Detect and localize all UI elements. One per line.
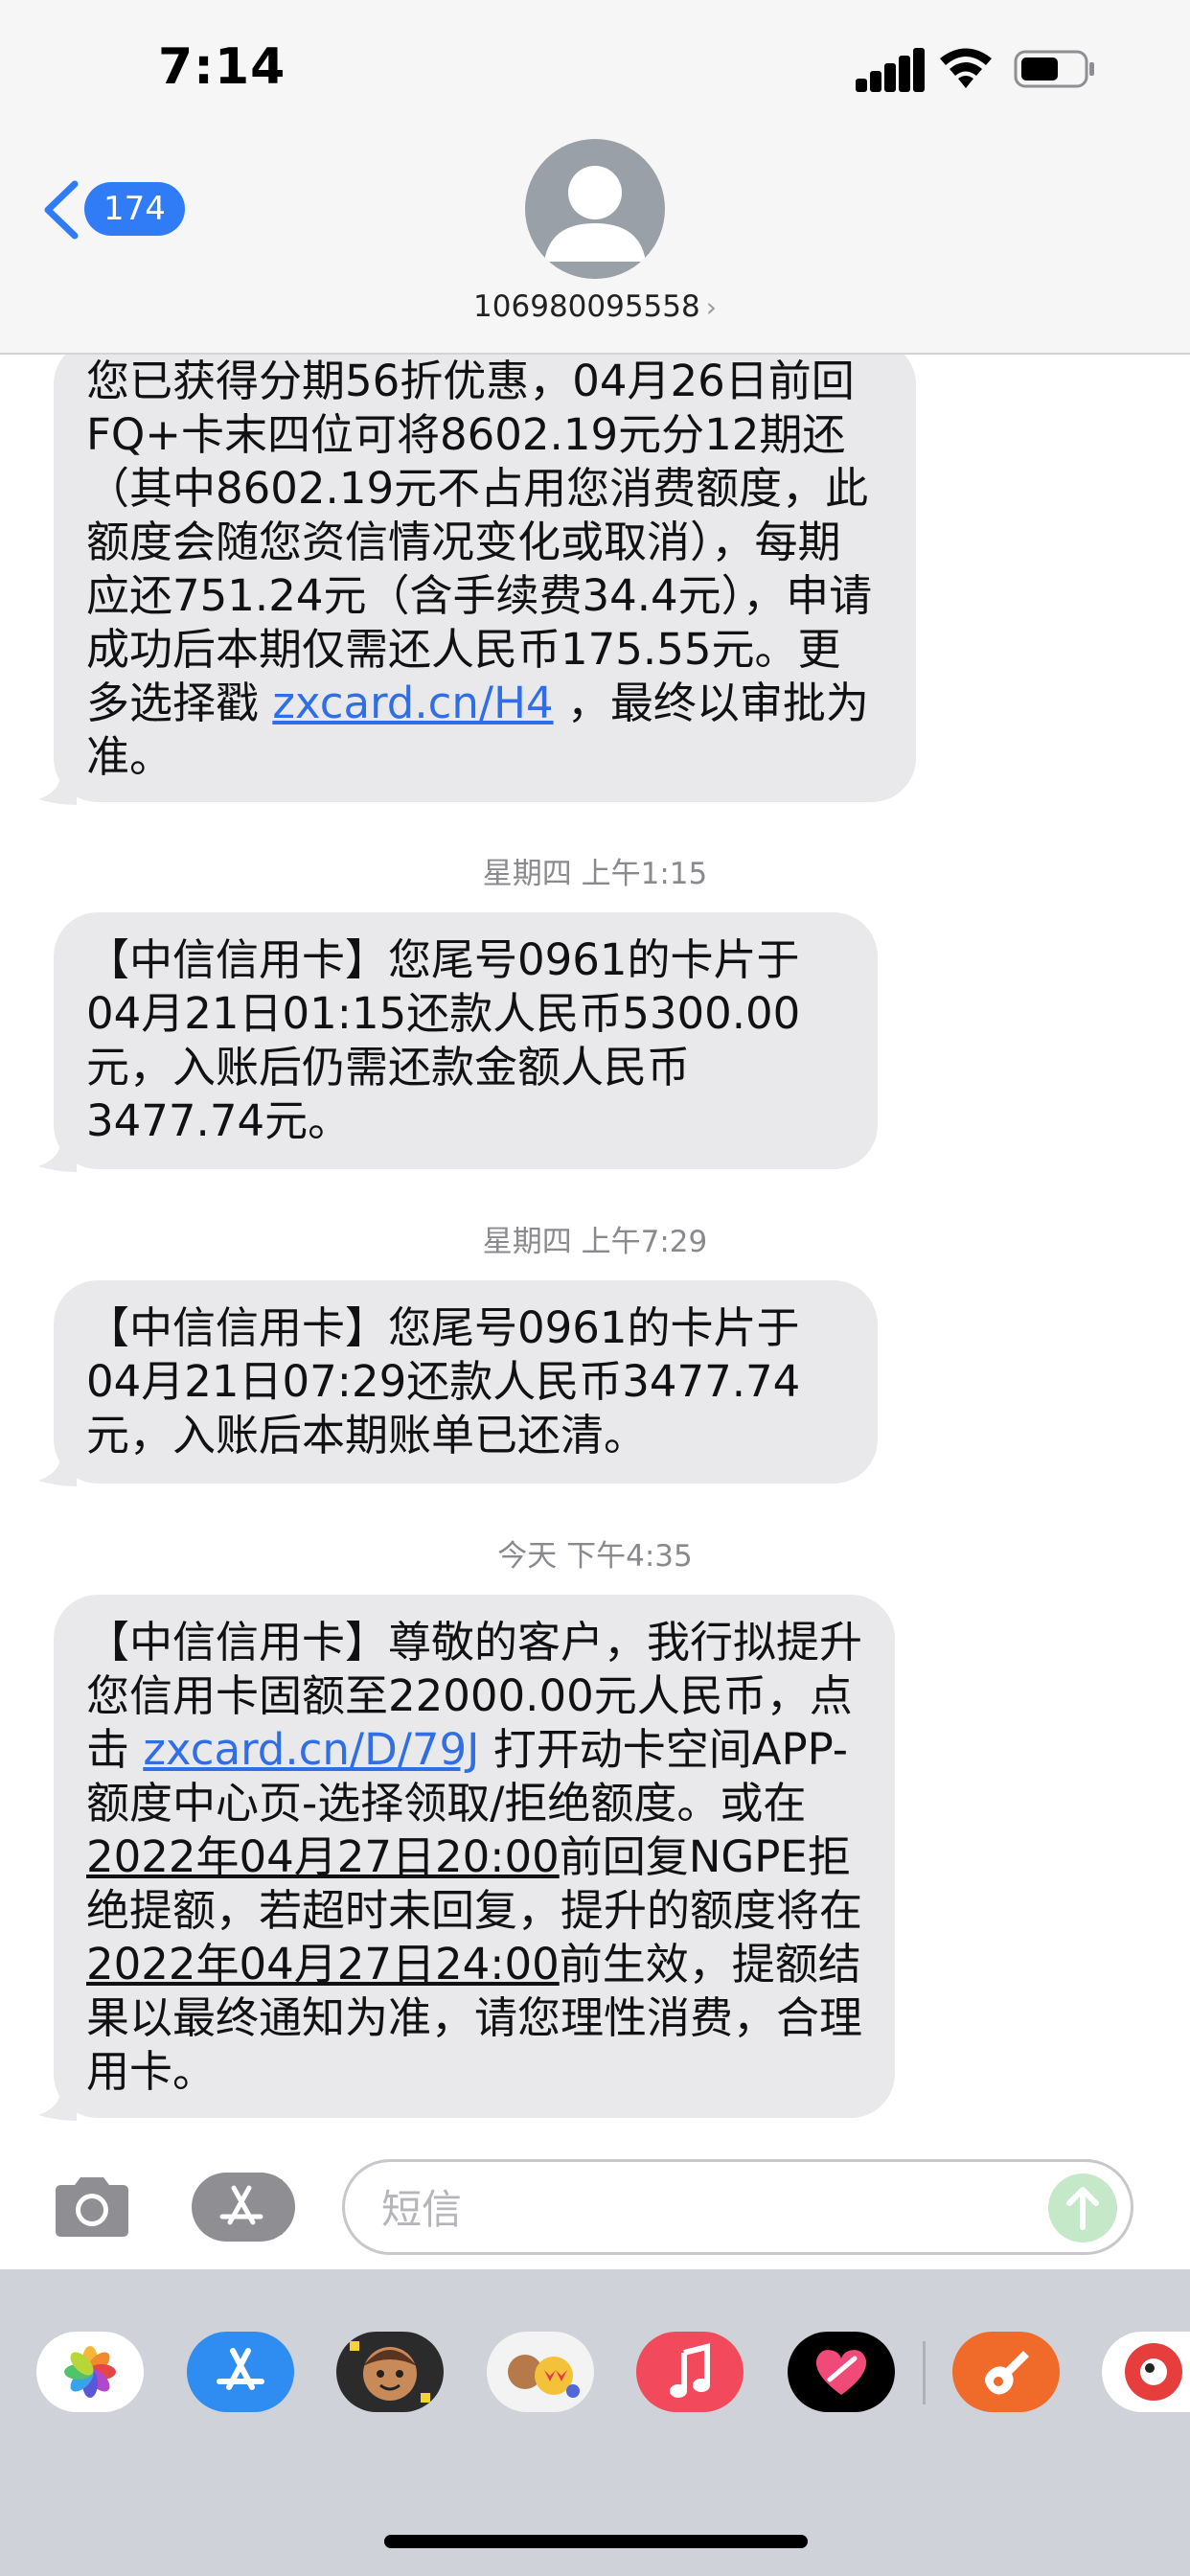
message-timestamp: 今天 下午4:35	[497, 1539, 693, 1574]
camera-icon[interactable]	[50, 2174, 134, 2241]
bubble-tail	[38, 1134, 77, 1172]
message-bubble[interactable]: 【中信信用卡】您尾号0961的卡片于04月21日01:15还款人民币5300.0…	[54, 912, 878, 1169]
send-button[interactable]	[1048, 2174, 1117, 2242]
send-arrow-icon	[1066, 2187, 1099, 2230]
message-timestamp: 星期四 上午1:15	[482, 857, 708, 891]
conversation-header: 7:14 174 106980095558 ›	[0, 0, 1190, 355]
date-detector-link[interactable]: 2022年04月27日20:00	[86, 1831, 560, 1882]
bubble-tail	[38, 2082, 77, 2121]
battery-icon	[1014, 50, 1094, 88]
message-bubble[interactable]: 您已获得分期56折优惠，04月26日前回FQ+卡末四位可将8602.19元分12…	[54, 340, 916, 802]
message-link[interactable]: zxcard.cn/H4	[272, 678, 553, 728]
back-chevron-icon[interactable]	[40, 180, 82, 240]
contact-name-button[interactable]: 106980095558 ›	[0, 289, 1190, 324]
message-compose-field[interactable]	[342, 2159, 1133, 2255]
photos-app-icon[interactable]	[36, 2332, 144, 2412]
date-detector-link[interactable]: 2022年04月27日24:00	[86, 1939, 560, 1990]
message-input[interactable]	[379, 2179, 1035, 2239]
garageband-app-icon[interactable]	[952, 2332, 1060, 2412]
wifi-icon	[940, 48, 992, 88]
home-indicator[interactable]	[384, 2535, 808, 2548]
message-text: 您已获得分期56折优惠，04月26日前回FQ+卡末四位可将8602.19元分12…	[86, 356, 873, 728]
bubble-tail	[38, 767, 77, 805]
person-icon	[544, 166, 646, 262]
memoji-app-icon[interactable]	[336, 2332, 444, 2412]
message-link[interactable]: zxcard.cn/D/79J	[143, 1724, 479, 1775]
message-bubble[interactable]: 【中信信用卡】您尾号0961的卡片于04月21日07:29还款人民币3477.7…	[54, 1280, 878, 1484]
status-time: 7:14	[158, 38, 286, 96]
bubble-tail	[38, 1448, 77, 1486]
message-text: 【中信信用卡】您尾号0961的卡片于04月21日07:29还款人民币3477.7…	[86, 1302, 801, 1460]
contact-avatar[interactable]	[525, 139, 665, 279]
message-bubble[interactable]: 【中信信用卡】尊敬的客户，我行拟提升您信用卡固额至22000.00元人民币，点击…	[54, 1595, 895, 2118]
chevron-right-icon: ›	[705, 291, 717, 323]
partial-app-icon[interactable]	[1102, 2332, 1190, 2412]
message-text: 【中信信用卡】您尾号0961的卡片于04月21日01:15还款人民币5300.0…	[86, 934, 801, 1146]
back-count-badge[interactable]: 174	[84, 182, 185, 236]
drawer-divider	[923, 2341, 926, 2404]
app-store-app-icon[interactable]	[187, 2332, 294, 2412]
imessage-app-drawer	[0, 2269, 1190, 2576]
heart-app-icon[interactable]	[788, 2332, 895, 2412]
cellular-signal-icon	[856, 48, 925, 92]
message-timestamp: 星期四 上午7:29	[482, 1225, 708, 1259]
music-app-icon[interactable]	[636, 2332, 744, 2412]
app-store-icon[interactable]	[192, 2173, 295, 2242]
contact-number: 106980095558	[473, 289, 700, 324]
animoji-app-icon[interactable]	[487, 2332, 594, 2412]
